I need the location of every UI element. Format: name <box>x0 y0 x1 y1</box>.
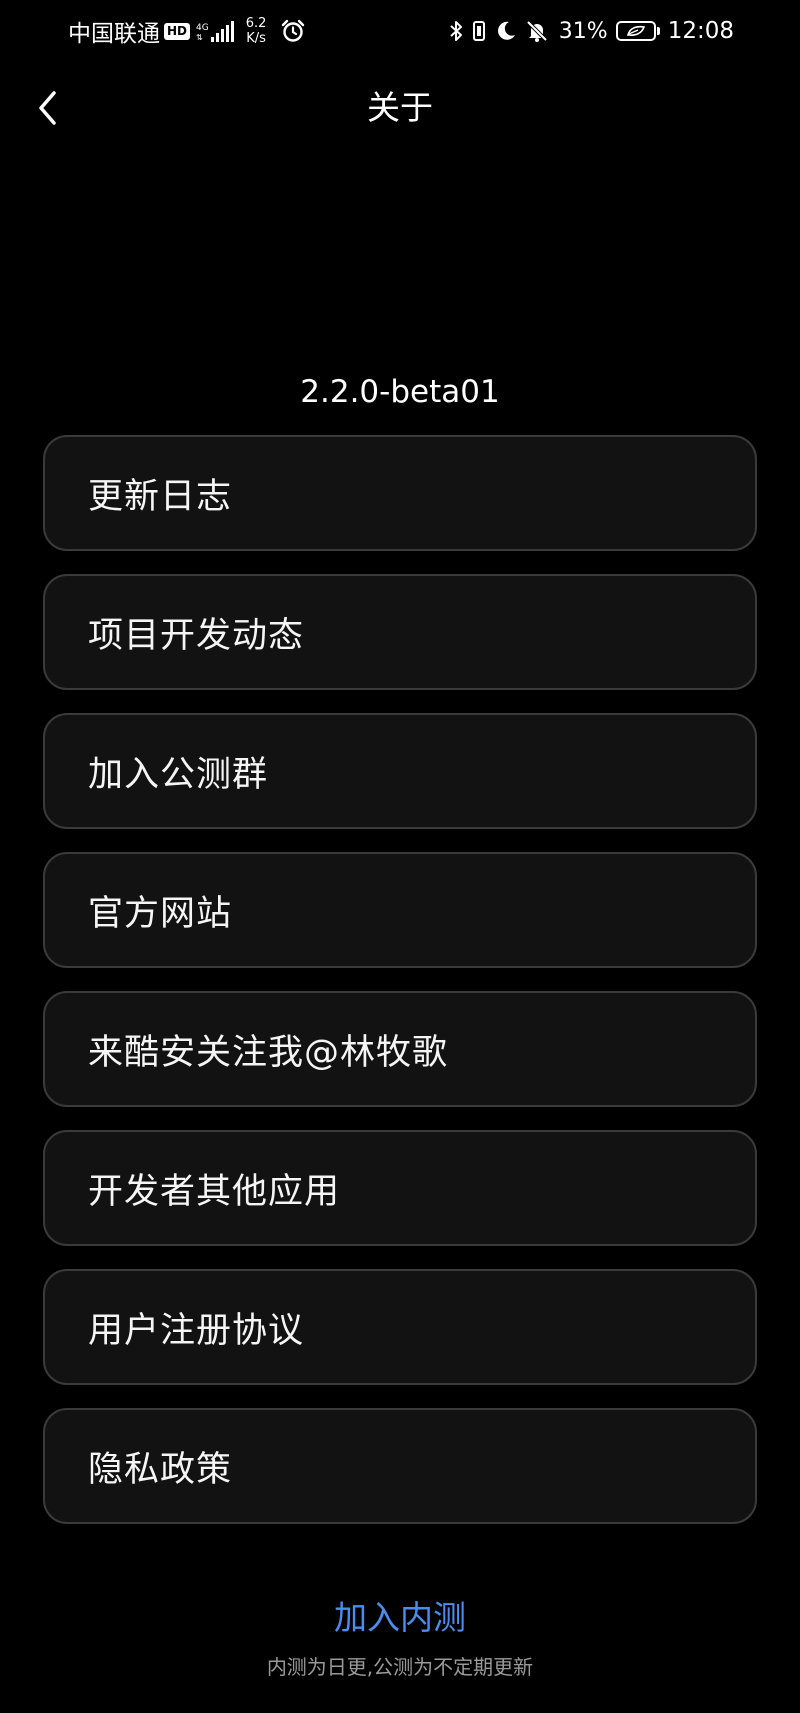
menu-item-changelog[interactable]: 更新日志 <box>43 435 757 551</box>
clock: 12:08 <box>667 18 734 44</box>
hd-icon: HD <box>164 22 191 40</box>
speed-value: 6.2 <box>245 16 267 31</box>
bluetooth-icon <box>450 21 462 41</box>
status-bar: 中国联通 HD 4G ⇅ 6.2 K/s 31% 12:08 <box>0 0 800 62</box>
speed-unit: K/s <box>246 31 266 46</box>
menu-item-follow-coolapk[interactable]: 来酷安关注我@林牧歌 <box>43 991 757 1107</box>
moon-icon <box>497 21 515 40</box>
menu-item-official-site[interactable]: 官方网站 <box>43 852 757 968</box>
carrier-name: 中国联通 <box>68 21 160 47</box>
bell-off-icon <box>526 20 548 42</box>
network-type: 4G <box>196 23 209 33</box>
status-right: 31% 12:08 <box>449 14 734 48</box>
menu-item-privacy-policy[interactable]: 隐私政策 <box>43 1408 757 1524</box>
menu-item-label: 项目开发动态 <box>88 615 305 656</box>
status-left: 中国联通 HD 4G ⇅ 6.2 K/s <box>68 14 306 48</box>
alarm-icon <box>282 19 305 42</box>
menu-item-label: 更新日志 <box>88 476 233 517</box>
menu-item-label: 加入公测群 <box>88 754 269 795</box>
menu-item-user-agreement[interactable]: 用户注册协议 <box>43 1269 757 1385</box>
menu-item-dev-news[interactable]: 项目开发动态 <box>43 574 757 690</box>
menu-item-label: 来酷安关注我@林牧歌 <box>88 1032 449 1073</box>
footer-note: 内测为日更,公测为不定期更新 <box>266 1655 534 1679</box>
battery-percent: 31% <box>558 18 608 44</box>
menu-item-join-beta-group[interactable]: 加入公测群 <box>43 713 757 829</box>
app-header: 关于 <box>0 72 800 144</box>
menu-list: 更新日志 项目开发动态 加入公测群 官方网站 来酷安关注我@林牧歌 开发者其他应… <box>43 435 757 1547</box>
menu-item-label: 用户注册协议 <box>88 1310 305 1351</box>
join-internal-test-link[interactable]: 加入内测 <box>334 1598 466 1637</box>
menu-item-label: 官方网站 <box>88 893 233 934</box>
app-version: 2.2.0-beta01 <box>300 374 500 410</box>
menu-item-other-apps[interactable]: 开发者其他应用 <box>43 1130 757 1246</box>
signal-icon: 4G ⇅ <box>196 20 234 42</box>
vibrate-icon <box>472 21 485 41</box>
menu-item-label: 隐私政策 <box>88 1449 233 1490</box>
network-speed: 6.2 K/s <box>246 16 267 46</box>
menu-item-label: 开发者其他应用 <box>88 1171 341 1212</box>
battery-icon <box>615 21 660 41</box>
footer-link-wrap: 加入内测 <box>0 1594 800 1642</box>
page-title: 关于 <box>367 88 433 127</box>
